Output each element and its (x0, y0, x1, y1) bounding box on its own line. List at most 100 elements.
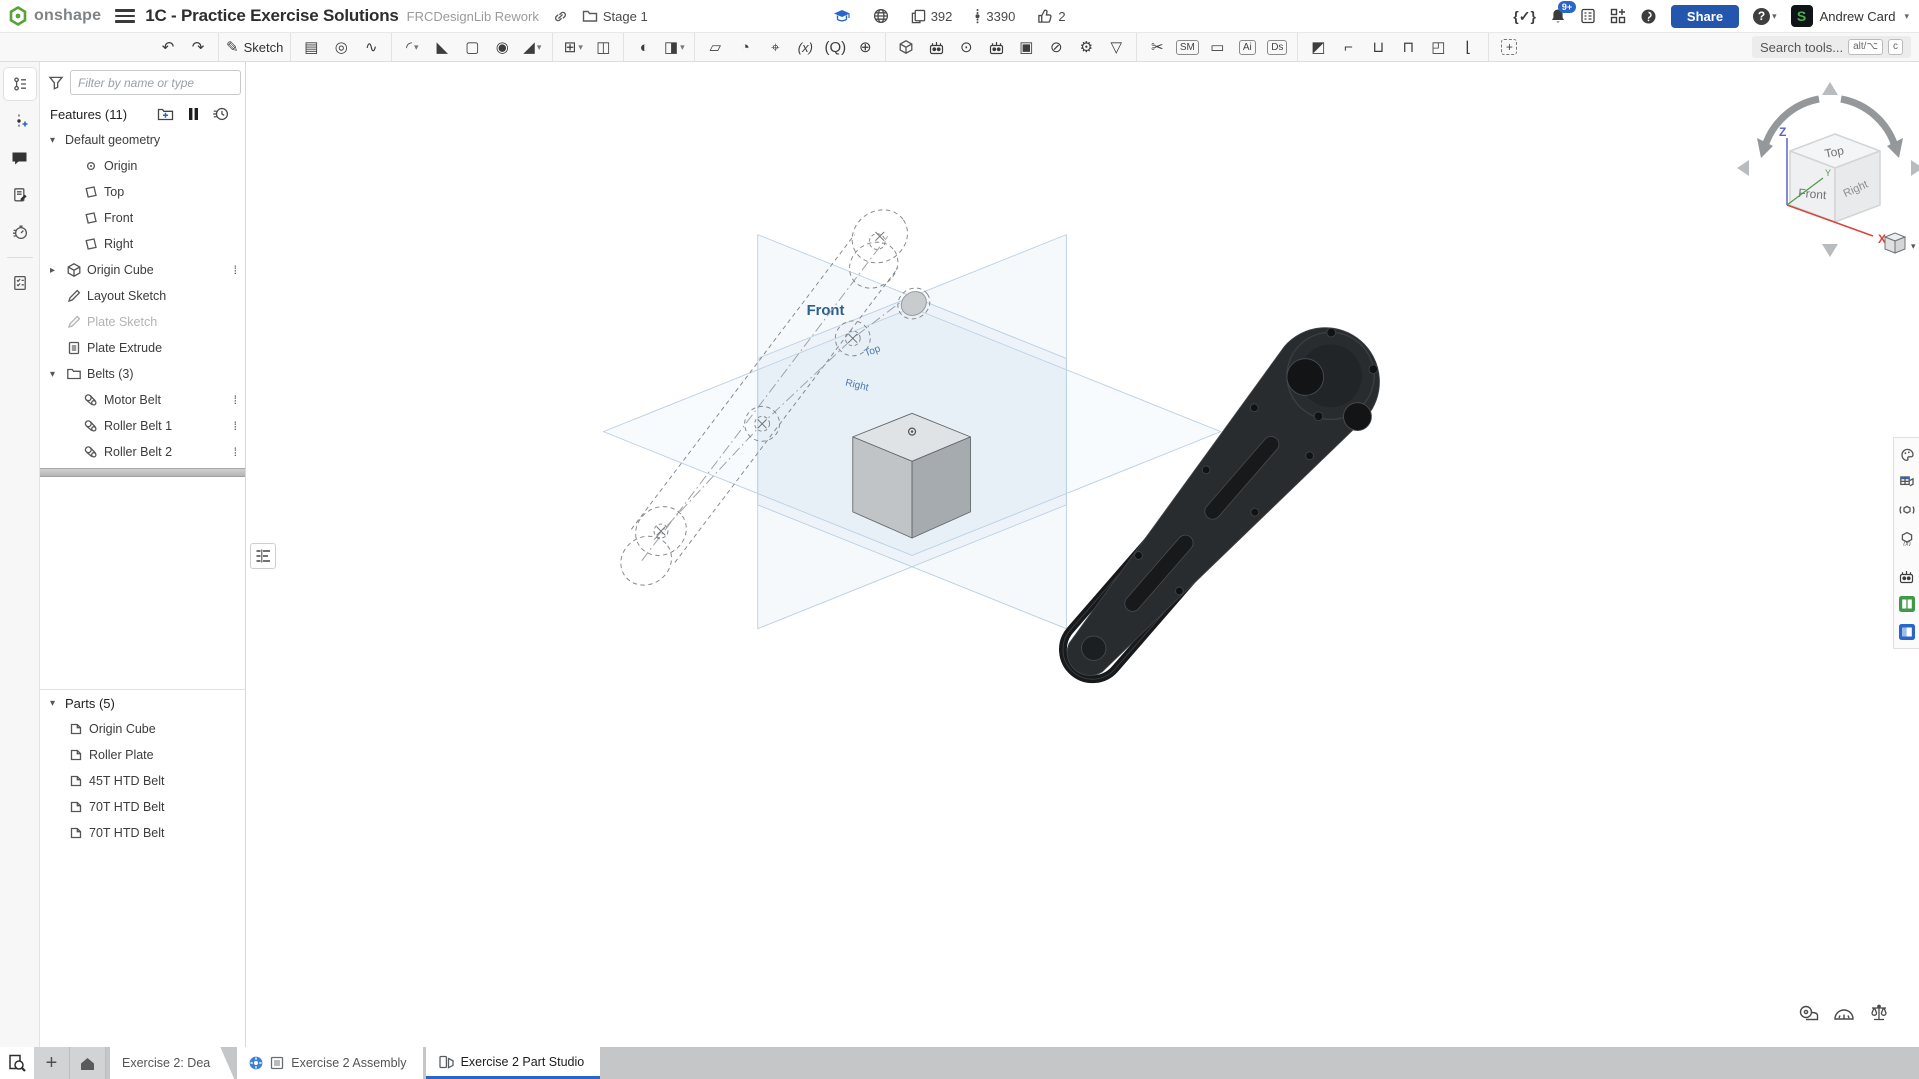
variable-lookup-button[interactable]: (Q) (820, 35, 850, 59)
item-menu-icon[interactable]: ⁞ (234, 263, 237, 277)
onshape-logo[interactable]: onshape (0, 6, 111, 26)
folder-icon[interactable] (582, 9, 598, 23)
versions-panel-button[interactable] (4, 105, 36, 137)
part-row-roller-plate[interactable]: Roller Plate (40, 742, 245, 768)
home-tab-button[interactable] (70, 1047, 106, 1079)
rotate-left-arrow[interactable] (1765, 99, 1819, 146)
feature-row-roller-belt-2[interactable]: Roller Belt 2⁞ (40, 439, 245, 465)
follow-mode-panel-button[interactable] (4, 179, 36, 211)
education-badge[interactable] (833, 9, 851, 23)
variable-button[interactable]: (x) (790, 35, 820, 59)
share-button[interactable]: Share (1671, 5, 1739, 28)
variables-cube-flyout-button[interactable]: (x) (1896, 526, 1918, 550)
helix-button[interactable]: ◔ (730, 35, 760, 59)
view-up-arrow[interactable] (1822, 82, 1838, 95)
laser-joint-button[interactable]: ✂ (1142, 35, 1172, 59)
corner-button[interactable]: ◰ (1423, 35, 1453, 59)
public-indicator[interactable] (873, 8, 889, 24)
doc-blue-flyout-button[interactable] (1896, 620, 1918, 644)
filter-input[interactable] (70, 70, 241, 95)
copies-count[interactable]: 392 (911, 9, 953, 24)
plane-button[interactable]: ▱ (700, 35, 730, 59)
ds-button[interactable]: Ds (1262, 35, 1292, 59)
linear-pattern-button[interactable]: ⊞▾ (558, 35, 588, 59)
likes-count[interactable]: 2 (1037, 9, 1065, 24)
tab-exercise-2-assembly[interactable]: Exercise 2 Assembly (237, 1047, 422, 1079)
torus-button[interactable]: ⊘ (1041, 35, 1071, 59)
insert-tool-button[interactable]: + (1494, 35, 1524, 59)
feature-row-motor-belt[interactable]: Motor Belt⁞ (40, 387, 245, 413)
isometric-view-button[interactable] (1885, 233, 1905, 253)
ai-button[interactable]: Ai (1232, 35, 1262, 59)
feature-row-front[interactable]: Front (40, 205, 245, 231)
history-panel-button[interactable] (4, 216, 36, 248)
flatten-button[interactable]: ⊔ (1363, 35, 1393, 59)
new-tab-button[interactable]: + (34, 1047, 70, 1079)
sketch-button[interactable]: ✎Sketch (224, 35, 285, 59)
hole-button[interactable]: ◉ (487, 35, 517, 59)
view-down-arrow[interactable] (1822, 244, 1838, 257)
gear-button[interactable]: ⚙ (1071, 35, 1101, 59)
feature-row-default-geometry[interactable]: ▾Default geometry (40, 127, 245, 153)
comments-panel-button[interactable] (4, 142, 36, 174)
sheet-metal-button[interactable]: SM (1172, 35, 1202, 59)
bend-button[interactable]: ⌐ (1333, 35, 1363, 59)
workspace-name[interactable]: Stage 1 (603, 9, 648, 24)
tab-exercise-2-part-studio[interactable]: Exercise 2 Part Studio (426, 1047, 601, 1079)
add-folder-icon[interactable] (157, 107, 174, 122)
scene-canvas[interactable]: Front Top Right (246, 62, 1919, 1047)
featurescript-robot-2-button[interactable] (981, 35, 1011, 59)
undo-button[interactable]: ↶ (153, 35, 183, 59)
view-left-arrow[interactable] (1737, 160, 1749, 176)
app-store-icon[interactable] (1610, 8, 1626, 24)
modify-button[interactable]: ▣ (1011, 35, 1041, 59)
doc-green-flyout-button[interactable] (1896, 592, 1918, 616)
part-row-45t-htd-belt[interactable]: 45T HTD Belt (40, 768, 245, 794)
views-count[interactable]: 3390 (974, 8, 1015, 24)
featurescript-robot-1-button[interactable] (921, 35, 951, 59)
user-menu[interactable]: S Andrew Card ▾ (1791, 5, 1909, 27)
main-menu-icon[interactable] (115, 6, 135, 26)
flange-button[interactable]: ⌊ (1453, 35, 1483, 59)
chevron-right-icon[interactable]: ▸ (50, 265, 65, 276)
point-button[interactable]: ⊙ (951, 35, 981, 59)
feature-row-top[interactable]: Top (40, 179, 245, 205)
extrude-button[interactable]: ▤ (296, 35, 326, 59)
feature-row-roller-belt-1[interactable]: Roller Belt 1⁞ (40, 413, 245, 439)
item-menu-icon[interactable]: ⁞ (234, 393, 237, 407)
feature-row-plate-extrude[interactable]: Plate Extrude (40, 335, 245, 361)
mate-connector-button[interactable]: ⊕ (850, 35, 880, 59)
redo-button[interactable]: ↷ (183, 35, 213, 59)
rollback-bar[interactable] (40, 468, 245, 477)
tab-exercise-2-dea[interactable]: Exercise 2: Dea (110, 1047, 234, 1079)
view-right-arrow[interactable] (1911, 160, 1919, 176)
item-menu-icon[interactable]: ⁞ (234, 419, 237, 433)
mirror-2-button[interactable]: ◩ (1303, 35, 1333, 59)
feature-list-panel-button[interactable] (4, 68, 36, 100)
draft-button[interactable]: ◢▾ (517, 35, 547, 59)
feature-row-belts-3-[interactable]: ▾Belts (3) (40, 361, 245, 387)
part-row-70t-htd-belt[interactable]: 70T HTD Belt (40, 820, 245, 846)
feature-row-origin[interactable]: Origin (40, 153, 245, 179)
help-menu[interactable]: ? ▾ (1753, 8, 1777, 25)
measure-tape-icon[interactable] (1797, 1001, 1821, 1025)
search-tools[interactable]: Search tools... alt/⌥ c (1752, 36, 1911, 58)
revolve-button[interactable]: ◎ (326, 35, 356, 59)
tab-manager-icon[interactable] (0, 1047, 34, 1079)
featurescript-flyout-button[interactable] (1896, 564, 1918, 588)
link-icon[interactable] (553, 9, 568, 24)
feature-spec-icon[interactable]: {✓} (1513, 8, 1536, 25)
chevron-down-icon[interactable]: ▾ (50, 135, 65, 146)
protractor-icon[interactable] (1832, 1001, 1856, 1025)
filter-button[interactable]: ▽ (1101, 35, 1131, 59)
boolean-button[interactable]: ◐ (629, 35, 659, 59)
view-cube[interactable]: Top Front Right Z X Y ▾ (1735, 76, 1919, 261)
feature-list-toggle[interactable] (250, 543, 276, 569)
bom-table-flyout-button[interactable] (1896, 470, 1918, 494)
fillet-button[interactable]: ◜▾ (397, 35, 427, 59)
tab-button[interactable]: ⊓ (1393, 35, 1423, 59)
learning-center-icon[interactable] (1640, 8, 1657, 25)
insert-cube-button[interactable] (891, 35, 921, 59)
feature-row-right[interactable]: Right (40, 231, 245, 257)
part-row-origin-cube[interactable]: Origin Cube (40, 716, 245, 742)
